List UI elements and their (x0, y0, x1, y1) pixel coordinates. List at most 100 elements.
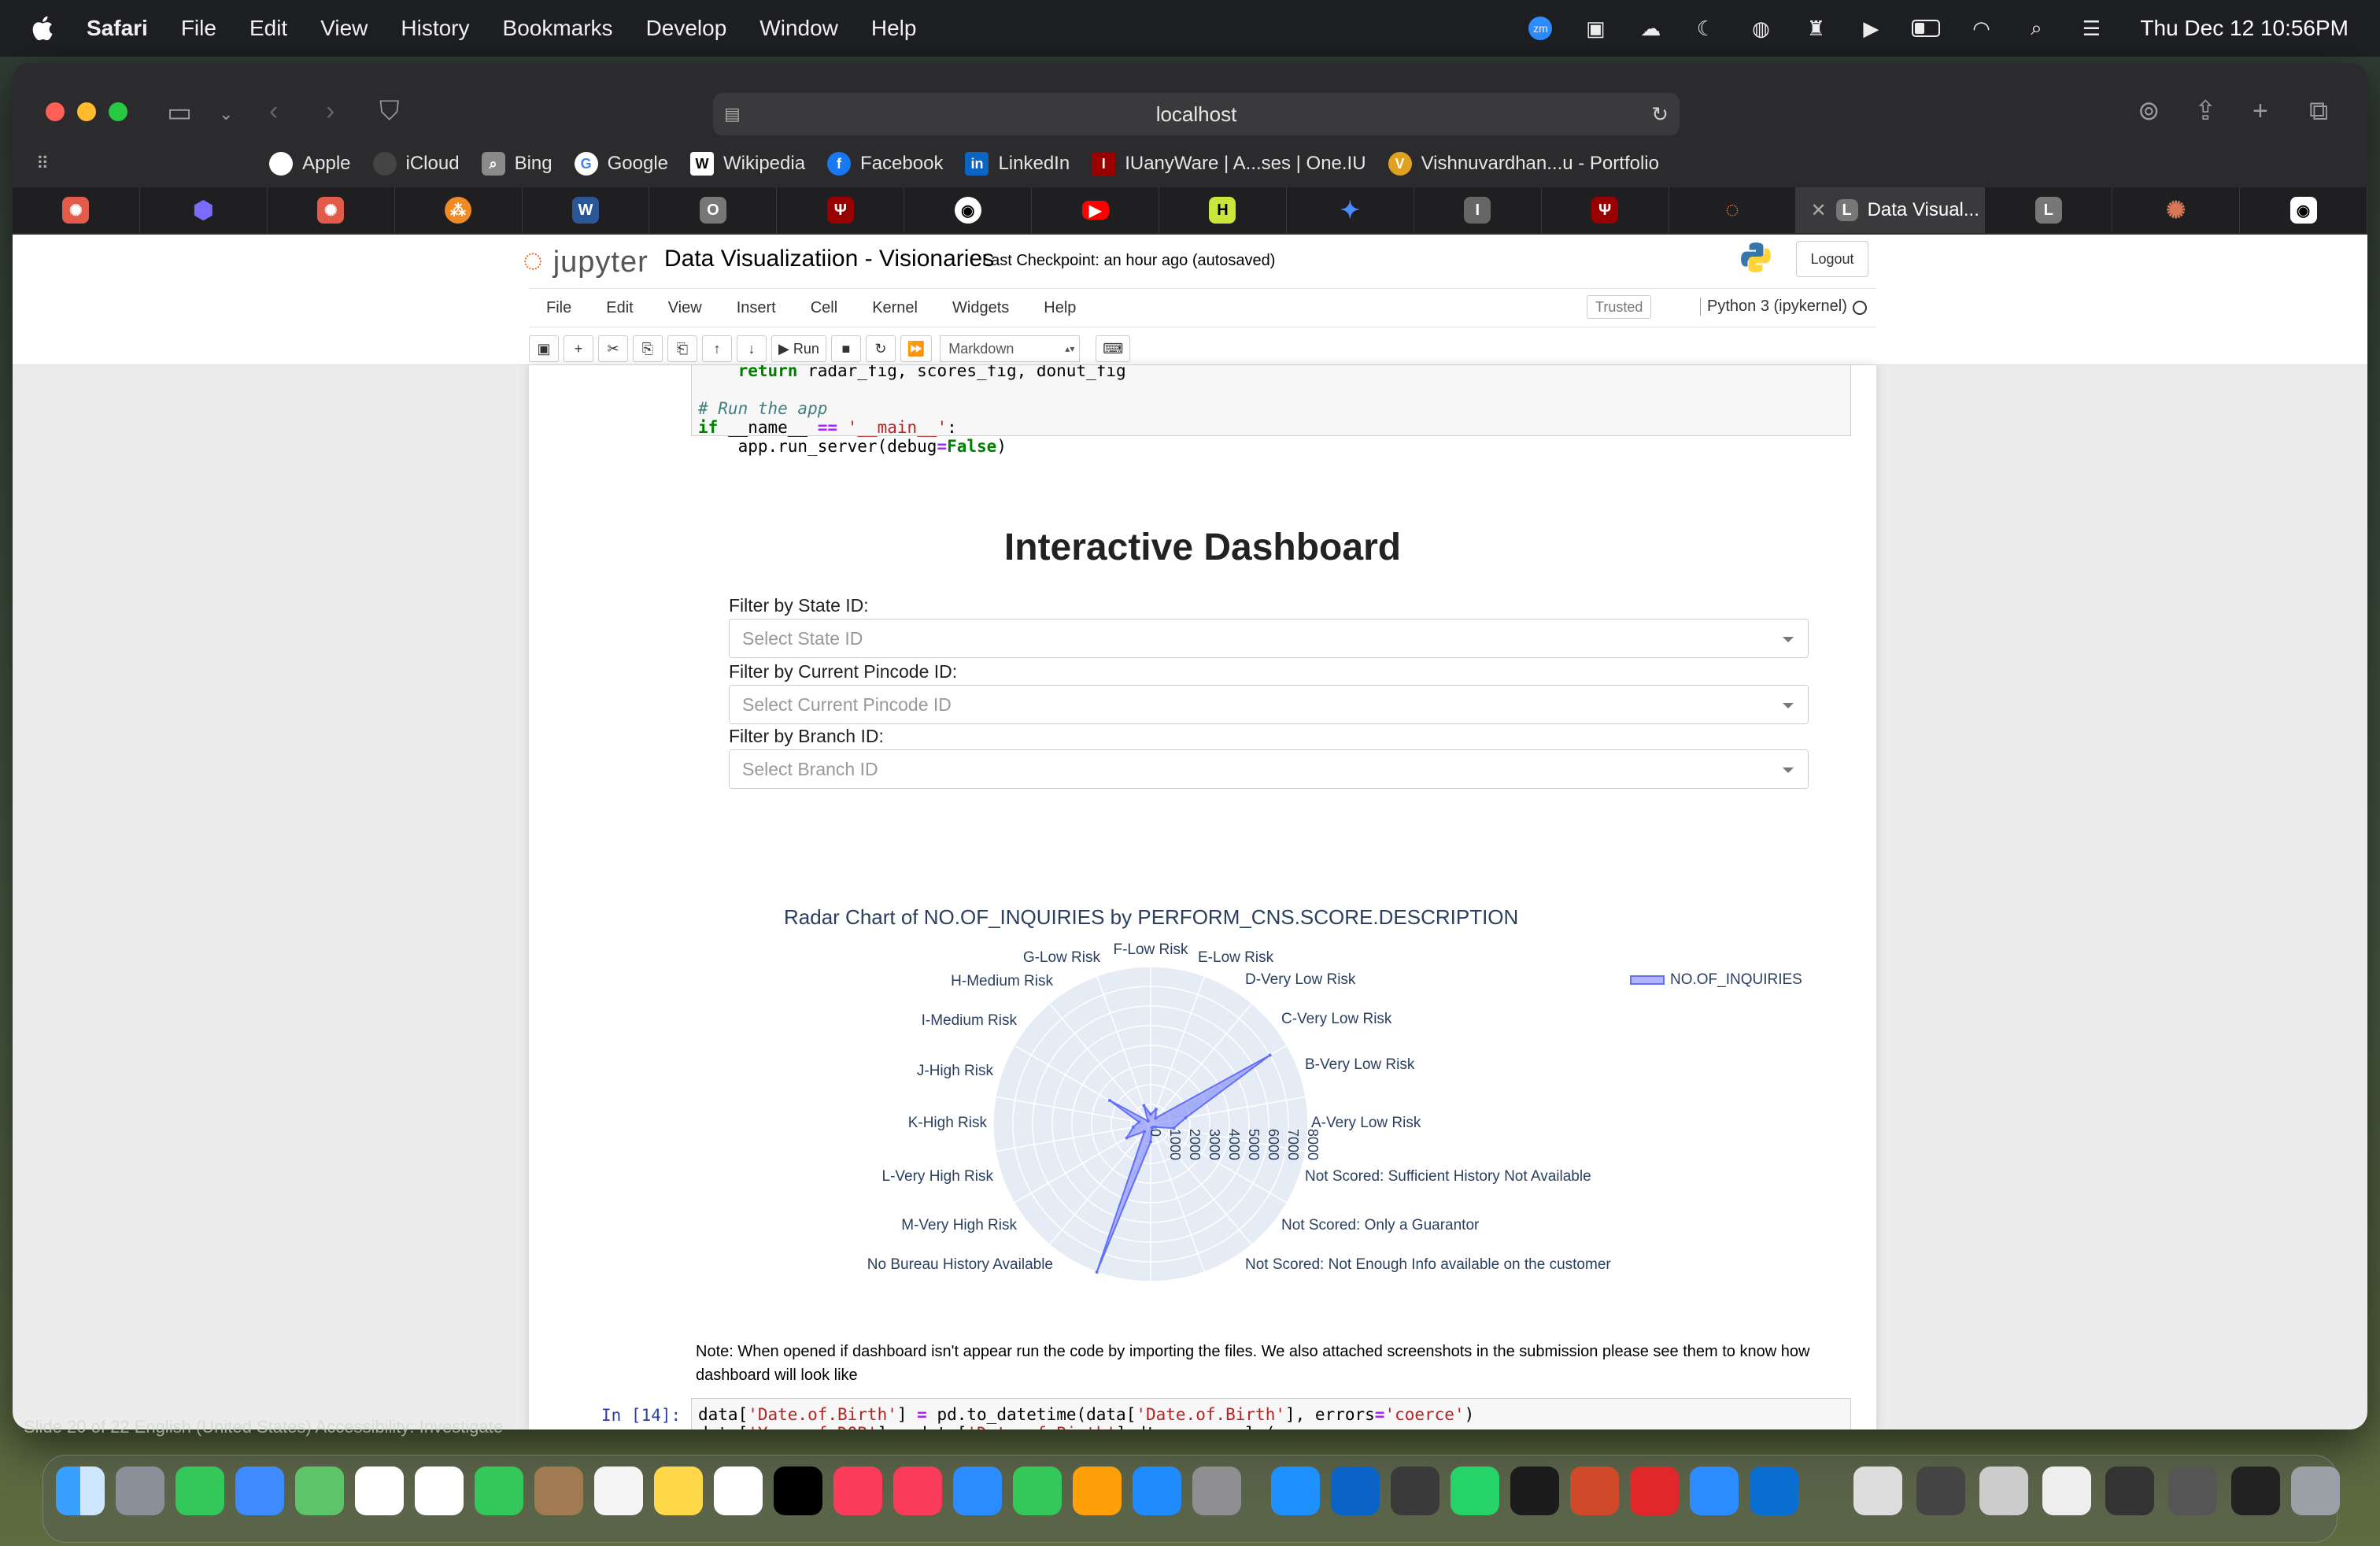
sublime-icon[interactable] (1391, 1466, 1439, 1515)
tab-11[interactable]: ✦ (1287, 187, 1414, 233)
powerpoint-icon[interactable] (1570, 1466, 1619, 1515)
calendar-icon[interactable] (415, 1466, 464, 1515)
tab-4[interactable]: ⁂ (395, 187, 523, 233)
reload-icon[interactable]: ↻ (1651, 102, 1669, 127)
minimize-window-button[interactable] (77, 102, 96, 121)
menu-help[interactable]: Help (871, 16, 917, 41)
app-store-icon[interactable] (1133, 1466, 1181, 1515)
tab-3[interactable]: ✺ (268, 187, 395, 233)
mail-icon[interactable] (235, 1466, 284, 1515)
bell-icon[interactable]: ♜ (1802, 17, 1830, 40)
menu-app-name[interactable]: Safari (87, 16, 148, 41)
search-icon[interactable]: ⌕ (2022, 16, 2050, 40)
menu-history[interactable]: History (401, 16, 469, 41)
branch-id-dropdown[interactable]: Select Branch ID (729, 749, 1809, 789)
apple-icon[interactable] (30, 14, 58, 43)
code-cell-bottom[interactable]: data['Date.of.Birth'] = pd.to_datetime(d… (691, 1398, 1851, 1429)
menu-window[interactable]: Window (759, 16, 838, 41)
nb-menu-widgets[interactable]: Widgets (952, 299, 1009, 317)
share-icon[interactable]: ⇪ (2194, 98, 2217, 124)
kernel-name[interactable]: Python 3 (ipykernel) (1700, 298, 1847, 316)
minimized-window-icon[interactable] (2231, 1466, 2280, 1515)
chevron-down-icon[interactable]: ⌄ (219, 101, 233, 128)
pincode-dropdown[interactable]: Select Current Pincode ID (729, 685, 1809, 724)
photos-icon[interactable] (355, 1466, 404, 1515)
tab-active[interactable]: ✕ L Data Visual... (1796, 187, 1986, 233)
terminal-icon[interactable] (1510, 1466, 1559, 1515)
freeform-icon[interactable] (714, 1466, 763, 1515)
tab-7[interactable]: Ψ (777, 187, 905, 233)
trash-icon[interactable] (2291, 1466, 2340, 1515)
shield-icon[interactable]: ⛉ (379, 98, 400, 124)
tab-14[interactable]: ◌ (1669, 187, 1797, 233)
zoom-icon[interactable] (1690, 1466, 1739, 1515)
music-icon[interactable] (833, 1466, 882, 1515)
minimized-window-icon[interactable] (2042, 1466, 2091, 1515)
settings-icon[interactable] (1192, 1466, 1241, 1515)
control-center-icon[interactable]: ☰ (2077, 17, 2105, 40)
copy-button[interactable]: ⎘ (633, 335, 663, 362)
network-icon[interactable]: ◍ (1746, 17, 1775, 40)
minimized-window-icon[interactable] (1916, 1466, 1965, 1515)
tab-10[interactable]: H (1159, 187, 1287, 233)
whatsapp-icon[interactable] (1451, 1466, 1499, 1515)
nb-menu-kernel[interactable]: Kernel (872, 299, 918, 317)
close-tab-icon[interactable]: ✕ (1810, 199, 1826, 222)
address-bar[interactable]: ▤ localhost ↻ (713, 93, 1680, 135)
news-icon[interactable] (893, 1466, 942, 1515)
zoom-status-icon[interactable]: zm (1526, 17, 1554, 40)
launchpad-icon[interactable] (116, 1466, 164, 1515)
favorite-facebook[interactable]: f Facebook (827, 152, 943, 176)
minimized-window-icon[interactable] (1853, 1466, 1902, 1515)
keyboard-icon[interactable]: ⌨ (1096, 335, 1131, 362)
notes-icon[interactable] (654, 1466, 703, 1515)
nb-menu-view[interactable]: View (668, 299, 702, 317)
menu-bookmarks[interactable]: Bookmarks (503, 16, 613, 41)
menu-develop[interactable]: Develop (646, 16, 727, 41)
forward-icon[interactable]: › (326, 98, 334, 124)
tab-1[interactable]: ✺ (13, 187, 140, 233)
restart-run-all-button[interactable]: ⏩ (900, 335, 933, 362)
cloud-icon[interactable]: ☁ (1636, 17, 1665, 40)
menu-file[interactable]: File (181, 16, 216, 41)
tab-13[interactable]: Ψ (1542, 187, 1669, 233)
maps-icon[interactable] (295, 1466, 344, 1515)
close-window-button[interactable] (46, 102, 65, 121)
notebook-title[interactable]: Data Visualizatiion - Visionaries (664, 246, 994, 272)
apps-grid-icon[interactable]: ⠿ (36, 153, 49, 174)
acrobat-icon[interactable] (1630, 1466, 1679, 1515)
menu-edit[interactable]: Edit (249, 16, 287, 41)
favorite-linkedin[interactable]: in LinkedIn (965, 152, 1070, 176)
favorite-bing[interactable]: ⌕ Bing (481, 152, 552, 176)
interrupt-button[interactable]: ■ (830, 335, 861, 362)
tab-5[interactable]: W (523, 187, 650, 233)
nb-menu-file[interactable]: File (546, 299, 571, 317)
tab-9[interactable]: ▶ (1032, 187, 1160, 233)
keynote-icon[interactable] (953, 1466, 1002, 1515)
vscode-icon[interactable] (1750, 1466, 1798, 1515)
apple-tv-icon[interactable] (774, 1466, 822, 1515)
tab-2[interactable]: ⬢ (140, 187, 268, 233)
trusted-badge[interactable]: Trusted (1587, 295, 1652, 319)
tab-6[interactable]: O (649, 187, 778, 233)
new-tab-icon[interactable]: + (2252, 98, 2268, 124)
downloads-icon[interactable]: ⊚ (2138, 98, 2160, 124)
messages-icon[interactable] (176, 1466, 224, 1515)
jupyter-logo[interactable]: ◌ jupyter (523, 241, 649, 280)
tab-16[interactable]: L (1985, 187, 2113, 233)
page-menu-icon[interactable]: ▤ (724, 104, 741, 124)
minimized-window-icon[interactable] (2105, 1466, 2154, 1515)
zoom-window-button[interactable] (109, 102, 128, 121)
outlook-icon[interactable] (1331, 1466, 1380, 1515)
outlook-status-icon[interactable]: ▣ (1581, 17, 1609, 40)
nb-menu-insert[interactable]: Insert (737, 299, 776, 317)
pages-icon[interactable] (1073, 1466, 1122, 1515)
favorite-iuanyware[interactable]: I IUanyWare | A...ses | One.IU (1092, 152, 1366, 176)
finder-icon[interactable] (56, 1466, 105, 1515)
nb-menu-cell[interactable]: Cell (811, 299, 837, 317)
tab-8[interactable]: ◉ (904, 187, 1033, 233)
reminders-icon[interactable] (594, 1466, 643, 1515)
tab-18[interactable]: ◉ (2240, 187, 2367, 233)
moon-icon[interactable]: ☾ (1691, 17, 1720, 40)
insert-cell-button[interactable]: + (564, 335, 593, 362)
